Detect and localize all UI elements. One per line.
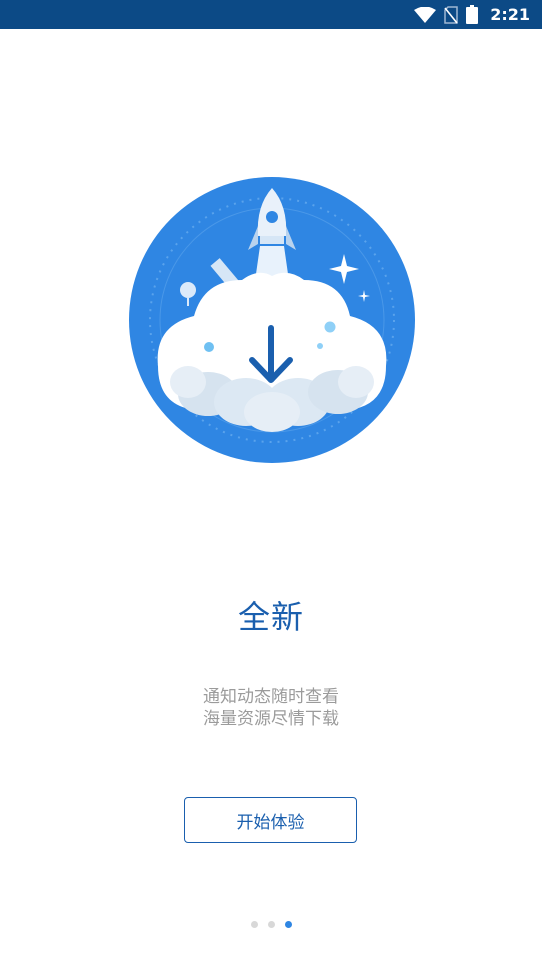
description-line-2: 海量资源尽情下载 bbox=[203, 709, 339, 729]
onboarding-description: 通知动态随时查看 海量资源尽情下载 bbox=[0, 686, 542, 730]
page-dot-2[interactable] bbox=[267, 921, 275, 928]
no-sim-icon bbox=[444, 5, 458, 24]
start-experience-button[interactable]: 开始体验 bbox=[184, 797, 357, 843]
wifi-icon bbox=[414, 6, 437, 23]
status-bar: 2:21 bbox=[0, 0, 542, 29]
hero-illustration bbox=[128, 176, 416, 464]
page-dot-1[interactable] bbox=[250, 921, 258, 928]
onboarding-title: 全新 bbox=[237, 598, 304, 636]
battery-icon bbox=[466, 5, 479, 24]
description-line-1: 通知动态随时查看 bbox=[203, 687, 339, 707]
page-dot-3-active[interactable] bbox=[284, 921, 292, 928]
page-indicator bbox=[0, 921, 542, 928]
status-time: 2:21 bbox=[490, 5, 530, 24]
